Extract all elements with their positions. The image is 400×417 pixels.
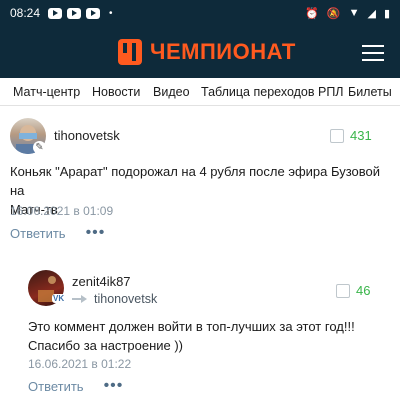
- menu-icon: [362, 45, 384, 47]
- reply-button[interactable]: Ответить: [28, 379, 84, 394]
- nav-item-transfers-table[interactable]: Таблица переходов РПЛ: [201, 85, 344, 99]
- mute-icon: 🔕: [326, 7, 341, 20]
- reply-to-username[interactable]: tihonovetsk: [94, 292, 157, 306]
- notification-dot: •: [109, 7, 113, 19]
- championat-logo[interactable]: ЧЕМПИОНАТ: [118, 39, 296, 65]
- reply-to: tihonovetsk: [72, 292, 157, 306]
- menu-button[interactable]: [362, 45, 384, 61]
- comment-date: 16.06.2021 в 01:09: [10, 204, 114, 218]
- battery-icon: ▮: [383, 7, 390, 20]
- more-options-icon[interactable]: •••: [86, 224, 106, 242]
- nav-item-news[interactable]: Новости: [92, 85, 140, 99]
- app-header: ЧЕМПИОНАТ: [0, 26, 400, 78]
- comment-author[interactable]: zenit4ik87: [72, 274, 131, 289]
- comment-date: 16.06.2021 в 01:22: [28, 357, 132, 371]
- comment-actions: Ответить •••: [28, 377, 123, 395]
- logo-text: ЧЕМПИОНАТ: [150, 39, 296, 64]
- likes-count: 431: [350, 128, 372, 143]
- logo-mark-icon: [118, 39, 142, 65]
- reply-button[interactable]: Ответить: [10, 226, 66, 241]
- section-nav: Матч-центр Новости Видео Таблица переход…: [0, 78, 400, 106]
- vk-badge-icon: VK: [52, 294, 66, 303]
- likes-count: 46: [356, 283, 371, 298]
- nav-item-video[interactable]: Видео: [153, 85, 190, 99]
- reply-arrow-icon: [72, 294, 88, 304]
- signal-icon: ◢: [367, 7, 376, 20]
- likes-counter[interactable]: 431: [330, 128, 372, 143]
- alarm-icon: ⏰: [305, 7, 319, 20]
- comment-author[interactable]: tihonovetsk: [54, 128, 120, 143]
- status-time: 08:24: [10, 6, 41, 20]
- likes-counter[interactable]: 46: [336, 283, 370, 298]
- youtube-icon: [48, 7, 63, 19]
- edit-badge-icon: ✎: [33, 141, 46, 154]
- status-bar: 08:24 • ⏰ 🔕 ▼ ◢ ▮: [0, 0, 400, 26]
- comment-actions: Ответить •••: [10, 224, 105, 242]
- comment-item: VK zenit4ik87 tihonovetsk 46 Это коммент…: [0, 262, 400, 412]
- youtube-icon: [67, 7, 82, 19]
- like-icon: [336, 283, 350, 298]
- like-icon: [330, 128, 344, 143]
- more-options-icon[interactable]: •••: [104, 377, 124, 395]
- wifi-icon: ▼: [348, 7, 360, 19]
- comment-text: Это коммент должен войти в топ-лучших за…: [28, 319, 355, 353]
- nav-item-tickets[interactable]: Билеты: [348, 85, 392, 99]
- nav-item-match-center[interactable]: Матч-центр: [13, 85, 80, 99]
- status-icons: ⏰ 🔕 ▼ ◢ ▮: [305, 7, 390, 20]
- youtube-icon: [86, 7, 101, 19]
- comment-item: ✎ tihonovetsk 431 Коньяк "Арарат" подоро…: [0, 106, 400, 246]
